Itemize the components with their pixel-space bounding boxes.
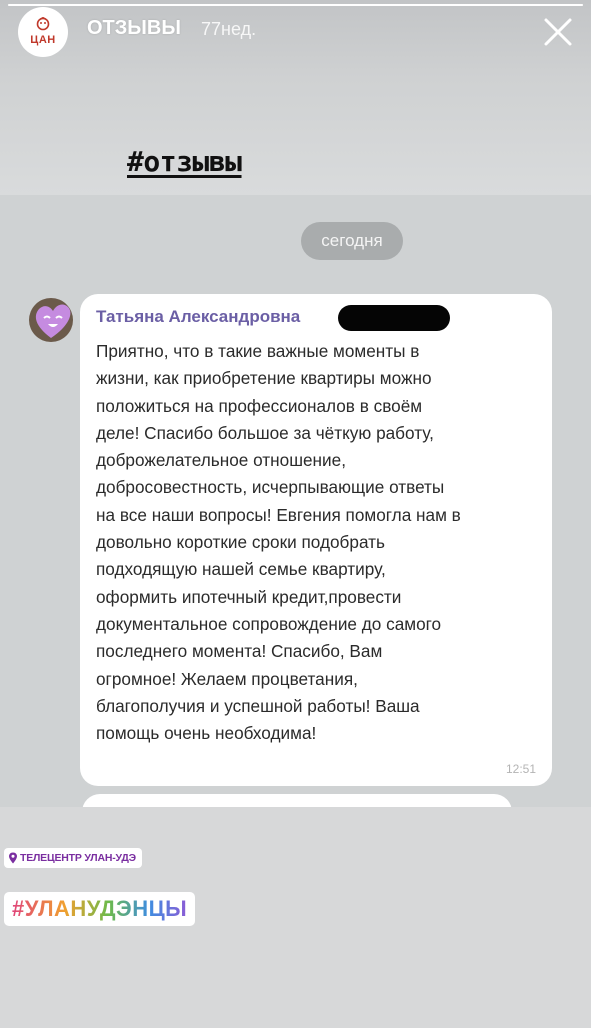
post-age: 77нед. (201, 19, 257, 39)
hashtag-label: #УЛАНУДЭНЦЫ (12, 896, 188, 921)
logo-text: ЦАН (30, 34, 56, 46)
message-text: Приятно, что в такие важные моменты в жи… (96, 341, 461, 744)
message-bubble: Татьяна Александровна Приятно, что в так… (80, 294, 552, 786)
account-avatar[interactable]: ЦАН (18, 7, 68, 57)
close-button[interactable] (538, 12, 578, 52)
date-separator: сегодня (301, 222, 403, 260)
location-pin-icon (9, 852, 17, 864)
story-viewer: ЦАН ОТЗЫВЫ 77нед. #отзывы сегодня Татьян… (0, 0, 591, 1028)
hashtag-sticker[interactable]: #УЛАНУДЭНЦЫ (4, 892, 196, 926)
sender-name: Татьяна Александровна (96, 307, 301, 326)
logo-icon (35, 16, 51, 34)
redaction-mark (338, 305, 450, 331)
sender-avatar (29, 296, 77, 344)
close-icon (544, 18, 572, 46)
location-sticker[interactable]: ТЕЛЕЦЕНТР УЛАН-УДЭ (4, 848, 142, 868)
message-timestamp: 12:51 (505, 762, 536, 776)
location-label: ТЕЛЕЦЕНТР УЛАН-УДЭ (20, 852, 136, 864)
story-progress-bar (8, 4, 583, 6)
story-progress-fill (8, 4, 583, 6)
story-hashtag-heading: #отзывы (127, 145, 242, 178)
account-name[interactable]: ОТЗЫВЫ (87, 17, 181, 40)
